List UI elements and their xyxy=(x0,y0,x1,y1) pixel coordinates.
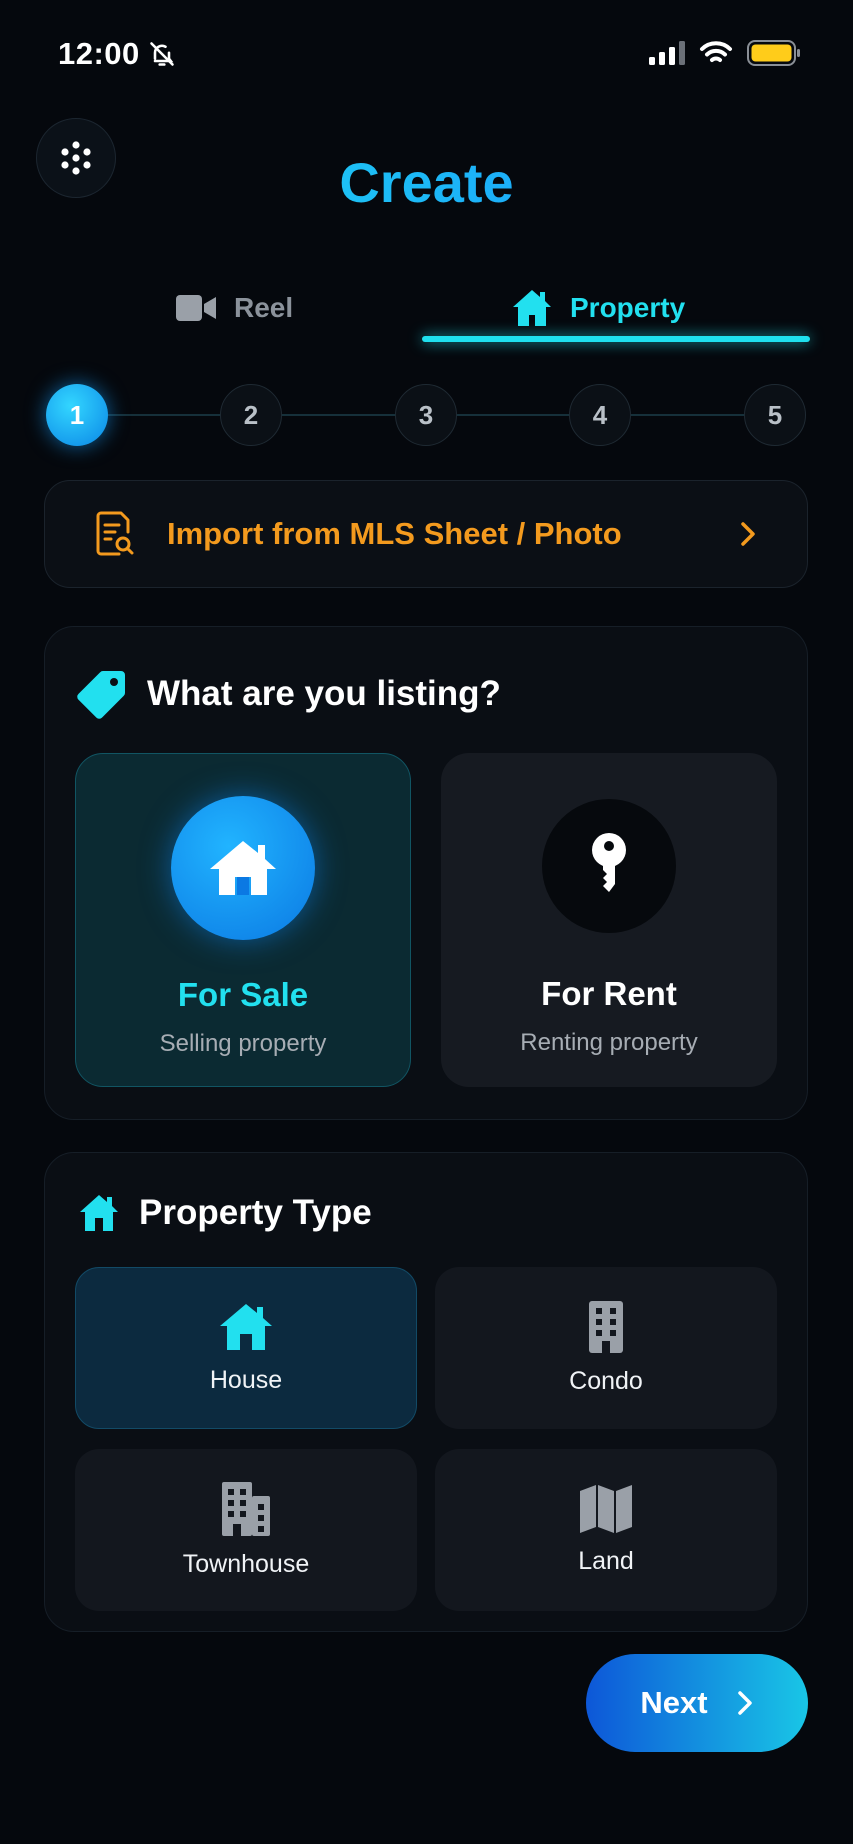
townhouse-icon xyxy=(222,1481,270,1536)
property-type-townhouse-label: Townhouse xyxy=(182,1549,310,1578)
home-icon xyxy=(513,290,551,326)
listing-card: What are you listing? For Sale Selling p… xyxy=(44,626,808,1120)
chevron-right-icon xyxy=(741,522,755,546)
tab-reel[interactable]: Reel xyxy=(176,278,293,338)
bell-off-icon xyxy=(150,42,174,66)
page-title: Create xyxy=(0,150,853,215)
step-5[interactable]: 5 xyxy=(744,384,806,446)
key-icon xyxy=(592,833,626,892)
import-mls-button[interactable]: Import from MLS Sheet / Photo xyxy=(44,480,808,588)
property-type-heading: Property Type xyxy=(139,1193,372,1232)
for-rent-icon-circle xyxy=(542,799,676,933)
step-3[interactable]: 3 xyxy=(395,384,457,446)
battery-icon xyxy=(747,40,800,66)
next-button-label: Next xyxy=(640,1685,708,1720)
property-type-house[interactable]: House xyxy=(75,1267,417,1429)
building-icon xyxy=(589,1300,623,1353)
signal-icon xyxy=(649,41,685,65)
video-icon xyxy=(176,295,216,321)
for-sale-subtitle: Selling property xyxy=(159,1030,327,1057)
property-type-townhouse[interactable]: Townhouse xyxy=(75,1449,417,1611)
tag-icon xyxy=(77,671,125,719)
tab-reel-label: Reel xyxy=(234,292,294,323)
status-bar-time: 12:00 xyxy=(58,36,176,72)
active-tab-indicator xyxy=(422,336,810,342)
property-type-condo-label: Condo xyxy=(569,1366,643,1395)
for-rent-subtitle: Renting property xyxy=(520,1029,698,1056)
listing-card-header: What are you listing? xyxy=(75,669,501,719)
map-icon xyxy=(580,1484,632,1533)
for-sale-title: For Sale xyxy=(177,976,309,1013)
property-type-card: Property Type House Condo Townhouse Land xyxy=(44,1152,808,1632)
step-2[interactable]: 2 xyxy=(220,384,282,446)
document-search-icon xyxy=(96,511,134,556)
for-sale-option[interactable]: For Sale Selling property xyxy=(75,753,411,1087)
status-bar-indicators xyxy=(649,40,801,66)
home-icon xyxy=(80,1195,118,1231)
tab-property[interactable]: Property xyxy=(512,278,685,338)
chevron-right-icon xyxy=(737,1691,752,1715)
for-rent-title: For Rent xyxy=(541,975,677,1012)
listing-heading: What are you listing? xyxy=(147,674,501,713)
import-label: Import from MLS Sheet / Photo xyxy=(167,516,622,551)
property-type-land[interactable]: Land xyxy=(435,1449,777,1611)
property-type-condo[interactable]: Condo xyxy=(435,1267,777,1429)
wifi-icon xyxy=(700,41,732,62)
for-sale-icon-circle xyxy=(171,796,315,940)
property-type-header: Property Type xyxy=(79,1193,372,1233)
home-icon xyxy=(210,841,276,895)
next-button[interactable]: Next xyxy=(586,1654,808,1752)
step-4[interactable]: 4 xyxy=(569,384,631,446)
property-type-land-label: Land xyxy=(578,1546,634,1575)
tab-property-label: Property xyxy=(570,292,686,323)
create-screen: 12:00 Create Reel Property 1 2 3 4 5 Imp… xyxy=(0,0,853,1844)
step-1[interactable]: 1 xyxy=(46,384,108,446)
status-time-text: 12:00 xyxy=(58,36,140,71)
home-icon xyxy=(220,1303,272,1350)
property-type-house-label: House xyxy=(209,1365,283,1394)
for-rent-option[interactable]: For Rent Renting property xyxy=(441,753,777,1087)
